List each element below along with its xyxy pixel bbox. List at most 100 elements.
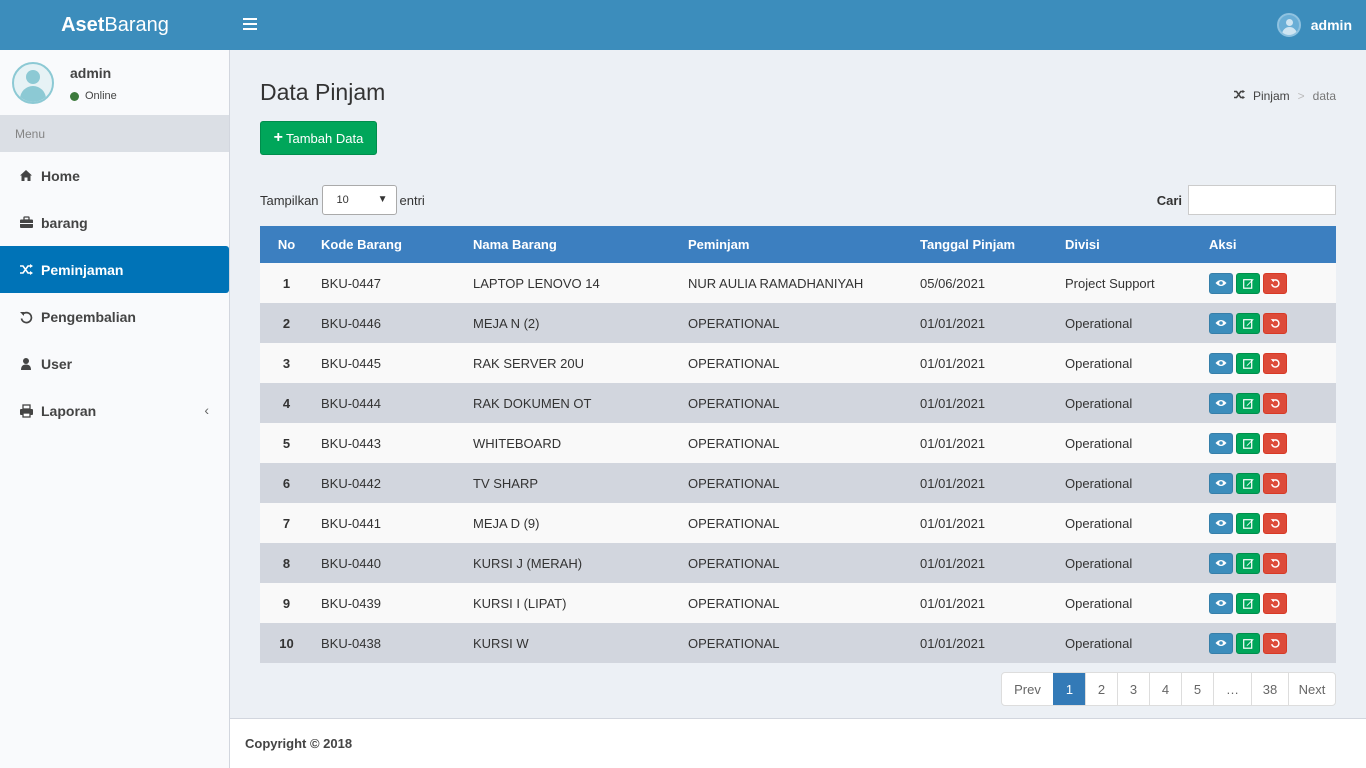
edit-button[interactable] [1236,312,1260,334]
view-button[interactable] [1209,432,1233,454]
cell-aksi [1209,503,1336,543]
col-header-peminjam[interactable]: Peminjam [688,226,920,263]
cell-kode: BKU-0438 [321,635,381,651]
view-button[interactable] [1209,312,1233,334]
page-4[interactable]: 4 [1149,673,1181,705]
sidebar-item-home[interactable]: Home [0,152,229,199]
sidebar-item-user[interactable]: User [0,340,229,387]
next-page-button[interactable]: Next [1288,673,1335,705]
edit-button[interactable] [1236,432,1260,454]
user-menu[interactable]: admin [1276,13,1352,37]
view-button[interactable] [1209,472,1233,494]
edit-icon [1242,398,1254,409]
cell-no: 9 [282,595,291,611]
cell-tanggal: 01/01/2021 [920,635,986,651]
cell-peminjam: OPERATIONAL [688,595,780,611]
cell-divisi: Operational [1065,395,1133,411]
app-logo[interactable]: AsetBarang [0,0,230,50]
view-button[interactable] [1209,352,1233,374]
cell-kode: BKU-0439 [321,595,381,611]
edit-button[interactable] [1236,352,1260,374]
table-search: Cari [1157,185,1336,215]
sidebar-item-peminjaman[interactable]: Peminjaman [0,246,229,293]
cell-peminjam: OPERATIONAL [688,475,780,491]
breadcrumb: Pinjam > data [1233,89,1336,103]
edit-button[interactable] [1236,592,1260,614]
cell-divisi: Operational [1065,475,1133,491]
print-icon [18,403,34,419]
chevron-left-icon: ‹ [204,402,209,418]
status-badge: Online [70,90,117,102]
return-button[interactable] [1263,312,1287,334]
page-38[interactable]: 38 [1251,673,1288,705]
pagination: Prev 1 2 3 4 5… 38 Next [1001,672,1336,706]
undo-icon [1270,599,1280,608]
view-button[interactable] [1209,592,1233,614]
sidebar-item-pengembalian[interactable]: Pengembalian [0,293,229,340]
edit-button[interactable] [1236,632,1260,654]
cell-nama: LAPTOP LENOVO 14 [473,275,600,291]
cell-tanggal: 01/01/2021 [920,555,986,571]
cell-divisi: Operational [1065,515,1133,531]
col-header-aksi: Aksi [1209,237,1237,252]
undo-icon [1270,359,1280,368]
breadcrumb-link-pinjam[interactable]: Pinjam [1253,89,1290,103]
view-button[interactable] [1209,512,1233,534]
return-button[interactable] [1263,472,1287,494]
page-2[interactable]: 2 [1085,673,1117,705]
edit-button[interactable] [1236,472,1260,494]
return-button[interactable] [1263,392,1287,414]
return-button[interactable] [1263,552,1287,574]
page-1[interactable]: 1 [1053,673,1085,705]
return-button[interactable] [1263,512,1287,534]
col-header-nama[interactable]: Nama Barang [473,226,688,263]
prev-page-button[interactable]: Prev [1002,673,1053,705]
entries-length-control: Tampilkan 10 ▼ entri [260,185,425,215]
view-button[interactable] [1209,392,1233,414]
menu-header: Menu [0,115,229,152]
cell-aksi [1209,303,1336,343]
return-button[interactable] [1263,592,1287,614]
add-data-button[interactable]: + Tambah Data [260,121,377,155]
page-3[interactable]: 3 [1117,673,1149,705]
sidebar: admin Online Menu Home barang Peminjaman… [0,50,230,768]
cell-nama: WHITEBOARD [473,435,562,451]
cell-nama: RAK DOKUMEN OT [473,395,592,411]
col-header-kode[interactable]: Kode Barang [313,226,473,263]
edit-icon [1242,318,1254,329]
col-header-divisi[interactable]: Divisi [1065,226,1209,263]
page-5[interactable]: 5 [1181,673,1213,705]
col-header-no[interactable]: No [260,226,313,263]
search-input[interactable] [1188,185,1336,215]
view-button[interactable] [1209,272,1233,294]
edit-button[interactable] [1236,272,1260,294]
view-button[interactable] [1209,632,1233,654]
cell-tanggal: 05/06/2021 [920,275,986,291]
main-content: Data Pinjam Pinjam > data + Tambah Data … [230,50,1366,718]
sidebar-item-laporan[interactable]: Laporan ‹ [0,387,229,434]
cell-divisi: Operational [1065,315,1133,331]
edit-button[interactable] [1236,552,1260,574]
return-button[interactable] [1263,432,1287,454]
table-row: 5 BKU-0443 WHITEBOARD OPERATIONAL 01/01/2021… [260,423,1336,463]
view-button[interactable] [1209,552,1233,574]
loans-table: No Kode Barang Nama Barang Peminjam Tang… [260,226,1336,663]
edit-icon [1242,638,1254,649]
return-button[interactable] [1263,272,1287,294]
return-button[interactable] [1263,632,1287,654]
sidebar-toggle-icon[interactable] [243,15,259,35]
edit-button[interactable] [1236,392,1260,414]
edit-button[interactable] [1236,512,1260,534]
edit-icon [1242,518,1254,529]
cell-no: 10 [279,635,294,651]
return-button[interactable] [1263,352,1287,374]
entries-select[interactable]: 10 ▼ [321,185,397,215]
eye-icon [1215,600,1227,606]
cell-no: 6 [282,475,291,491]
sidebar-item-barang[interactable]: barang [0,199,229,246]
cell-nama: KURSI I (LIPAT) [473,595,567,611]
cell-peminjam: OPERATIONAL [688,555,780,571]
col-header-tanggal[interactable]: Tanggal Pinjam [920,226,1065,263]
cell-no: 4 [282,395,291,411]
cell-divisi: Operational [1065,435,1133,451]
